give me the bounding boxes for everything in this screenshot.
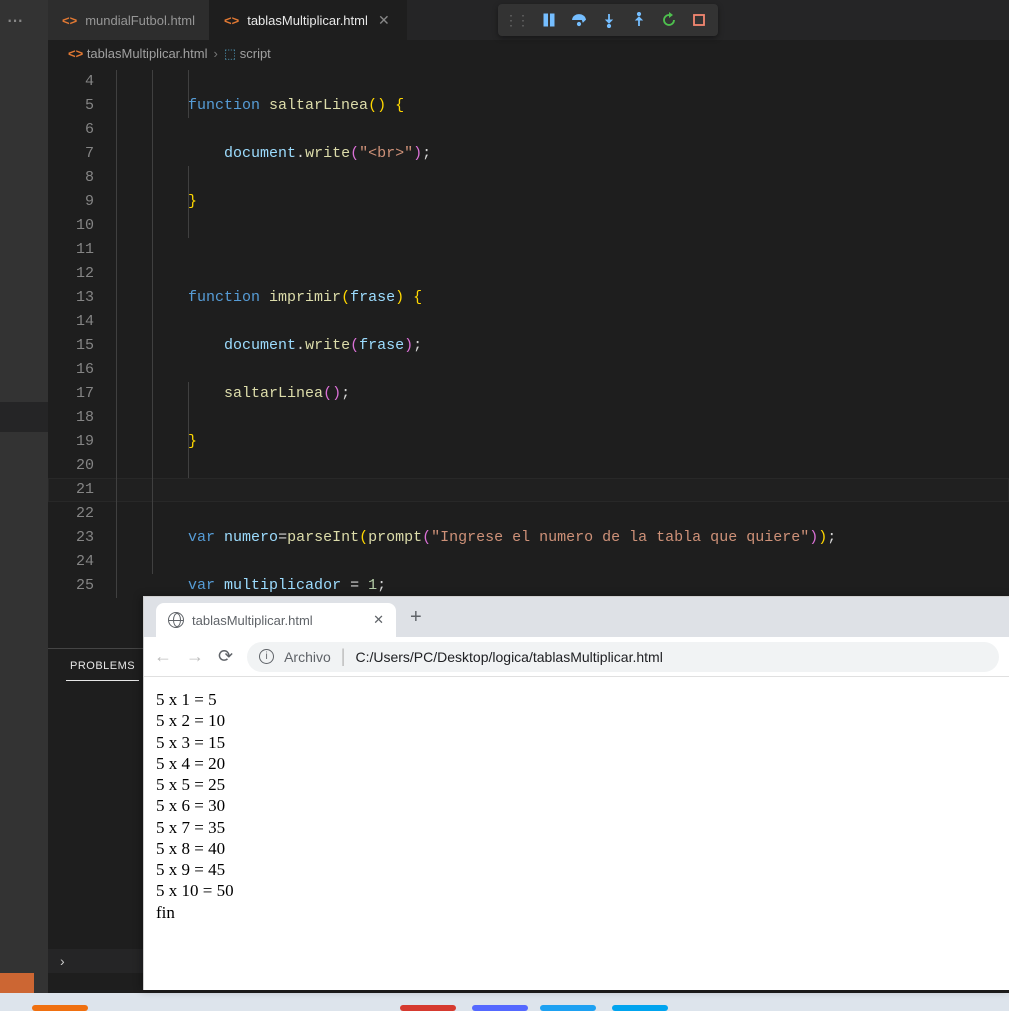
debug-step-over-button[interactable]: [566, 7, 592, 33]
reload-button[interactable]: ⟳: [218, 646, 233, 667]
browser-page-content: 5 x 1 = 55 x 2 = 105 x 3 = 155 x 4 = 205…: [144, 677, 1009, 935]
overflow-menu-icon[interactable]: ···: [6, 7, 22, 33]
html-file-icon: <>: [62, 13, 77, 28]
line-gutter: 456 789 101112 131415 161718 192021 2223…: [48, 70, 108, 598]
address-bar[interactable]: i Archivo | C:/Users/PC/Desktop/logica/t…: [247, 642, 999, 672]
drag-handle-icon[interactable]: ⋮⋮: [504, 12, 528, 29]
browser-toolbar: ← → ⟳ i Archivo | C:/Users/PC/Desktop/lo…: [144, 637, 1009, 677]
chevron-right-icon: ›: [213, 46, 217, 61]
globe-icon: [168, 612, 184, 628]
breadcrumb-file: tablasMultiplicar.html: [87, 46, 208, 61]
tab-label: tablasMultiplicar.html: [247, 13, 368, 28]
tab-label: mundialFutbol.html: [85, 13, 195, 28]
html-file-icon: <>: [224, 13, 239, 28]
close-icon[interactable]: ✕: [373, 612, 384, 628]
new-tab-button[interactable]: +: [410, 606, 422, 629]
close-icon[interactable]: ✕: [376, 12, 392, 29]
output-line: 5 x 8 = 40: [156, 838, 997, 859]
browser-window: tablasMultiplicar.html ✕ + ← → ⟳ i Archi…: [143, 596, 1009, 990]
output-line: 5 x 10 = 50: [156, 880, 997, 901]
activity-bar-selected: [0, 402, 48, 432]
output-line: 5 x 4 = 20: [156, 753, 997, 774]
output-line: 5 x 7 = 35: [156, 817, 997, 838]
html-file-icon: <>: [68, 46, 83, 61]
tab-tablasmultiplicar[interactable]: <> tablasMultiplicar.html ✕: [210, 0, 407, 40]
debug-step-out-button[interactable]: [626, 7, 652, 33]
windows-taskbar: [0, 993, 1009, 1011]
chevron-right-icon: ›: [60, 953, 65, 969]
symbol-script-icon: ⬚: [224, 46, 236, 62]
page-info-icon[interactable]: i: [259, 649, 274, 664]
address-separator: |: [341, 646, 346, 667]
debug-restart-button[interactable]: [656, 7, 682, 33]
output-line: fin: [156, 902, 997, 923]
tab-mundialfutbol[interactable]: <> mundialFutbol.html: [48, 0, 210, 40]
activity-bar: [0, 0, 48, 1011]
breadcrumb[interactable]: <> tablasMultiplicar.html › ⬚ script: [48, 40, 1009, 68]
status-bar-debug-indicator: [0, 973, 34, 993]
forward-button: →: [186, 646, 204, 667]
panel-tab-problems[interactable]: PROBLEMS: [66, 652, 139, 681]
output-line: 5 x 9 = 45: [156, 859, 997, 880]
breadcrumb-symbol: script: [240, 46, 271, 61]
browser-tab-strip: tablasMultiplicar.html ✕ +: [144, 597, 1009, 637]
debug-step-into-button[interactable]: [596, 7, 622, 33]
debug-stop-button[interactable]: [686, 7, 712, 33]
address-scheme-label: Archivo: [284, 649, 331, 665]
output-line: 5 x 5 = 25: [156, 774, 997, 795]
debug-toolbar[interactable]: ⋮⋮: [498, 4, 718, 36]
browser-tab-title: tablasMultiplicar.html: [192, 613, 313, 628]
address-path: C:/Users/PC/Desktop/logica/tablasMultipl…: [355, 649, 662, 665]
debug-pause-button[interactable]: [536, 7, 562, 33]
output-line: 5 x 2 = 10: [156, 710, 997, 731]
browser-tab[interactable]: tablasMultiplicar.html ✕: [156, 603, 396, 637]
output-line: 5 x 6 = 30: [156, 795, 997, 816]
output-line: 5 x 1 = 5: [156, 689, 997, 710]
back-button[interactable]: ←: [154, 646, 172, 667]
output-line: 5 x 3 = 15: [156, 732, 997, 753]
